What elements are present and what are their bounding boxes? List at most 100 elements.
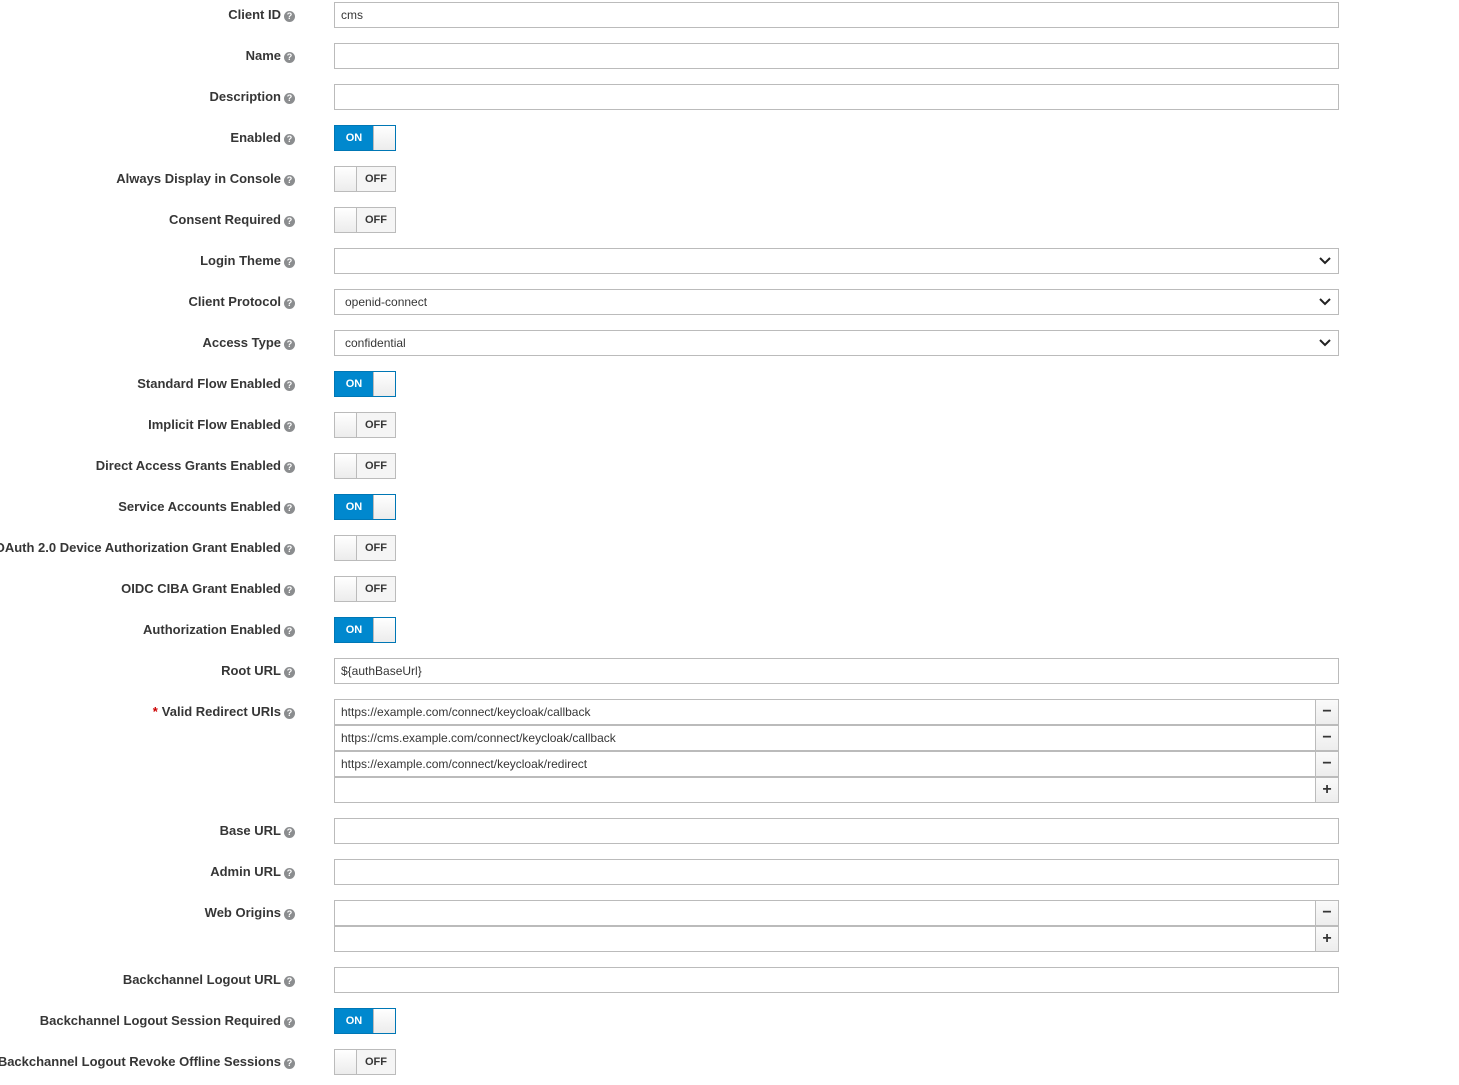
toggle-state: ON xyxy=(345,132,363,144)
toggle-state: ON xyxy=(345,501,363,513)
root-url-input[interactable] xyxy=(334,658,1339,684)
new-redirect-uri-input[interactable] xyxy=(334,777,1316,803)
redirect-uri-item: − xyxy=(334,699,1339,725)
redirect-uri-input[interactable] xyxy=(334,725,1316,751)
toggle-knob xyxy=(373,372,395,396)
new-web-origin-input[interactable] xyxy=(334,926,1316,952)
client-id-input[interactable] xyxy=(334,2,1339,28)
ciba-grant-label: OIDC CIBA Grant Enabled? xyxy=(121,576,295,602)
help-icon[interactable]: ? xyxy=(284,626,295,637)
admin-url-input[interactable] xyxy=(334,859,1339,885)
help-icon[interactable]: ? xyxy=(284,298,295,309)
required-marker: * xyxy=(152,704,158,719)
enabled-label: Enabled? xyxy=(230,125,295,151)
standard-flow-label: Standard Flow Enabled? xyxy=(137,371,295,397)
toggle-state: OFF xyxy=(365,214,387,226)
help-icon[interactable]: ? xyxy=(284,175,295,186)
always-display-toggle[interactable]: OFF xyxy=(334,166,396,192)
base-url-input[interactable] xyxy=(334,818,1339,844)
name-label: Name? xyxy=(246,43,295,69)
client-protocol-select[interactable]: openid-connect xyxy=(334,289,1339,315)
help-icon[interactable]: ? xyxy=(284,585,295,596)
always-display-label: Always Display in Console? xyxy=(116,166,295,192)
device-grant-label: OAuth 2.0 Device Authorization Grant Ena… xyxy=(0,535,295,561)
add-origin-button[interactable]: + xyxy=(1315,926,1339,952)
help-icon[interactable]: ? xyxy=(284,93,295,104)
ciba-grant-toggle[interactable]: OFF xyxy=(334,576,396,602)
login-theme-select[interactable] xyxy=(334,248,1339,274)
redirect-uris-label: * Valid Redirect URIs? xyxy=(153,699,295,725)
direct-access-toggle[interactable]: OFF xyxy=(334,453,396,479)
standard-flow-toggle[interactable]: ON xyxy=(334,371,396,397)
service-accounts-toggle[interactable]: ON xyxy=(334,494,396,520)
backchannel-url-label: Backchannel Logout URL? xyxy=(123,967,295,993)
help-icon[interactable]: ? xyxy=(284,216,295,227)
help-icon[interactable]: ? xyxy=(284,462,295,473)
remove-uri-button[interactable]: − xyxy=(1315,751,1339,777)
access-type-select[interactable]: confidential xyxy=(334,330,1339,356)
minus-icon: − xyxy=(1322,755,1332,772)
base-url-label: Base URL? xyxy=(220,818,295,844)
toggle-knob xyxy=(335,536,357,560)
toggle-state: OFF xyxy=(365,1056,387,1068)
backchannel-session-toggle[interactable]: ON xyxy=(334,1008,396,1034)
chevron-down-icon xyxy=(1319,257,1331,265)
help-icon[interactable]: ? xyxy=(284,421,295,432)
authorization-toggle[interactable]: ON xyxy=(334,617,396,643)
direct-access-label: Direct Access Grants Enabled? xyxy=(96,453,295,479)
minus-icon: − xyxy=(1322,729,1332,746)
redirect-uri-item: − xyxy=(334,751,1339,777)
help-icon[interactable]: ? xyxy=(284,1017,295,1028)
service-accounts-label: Service Accounts Enabled? xyxy=(118,494,295,520)
help-icon[interactable]: ? xyxy=(284,380,295,391)
toggle-state: OFF xyxy=(365,419,387,431)
help-icon[interactable]: ? xyxy=(284,667,295,678)
help-icon[interactable]: ? xyxy=(284,503,295,514)
toggle-state: ON xyxy=(345,1015,363,1027)
backchannel-url-input[interactable] xyxy=(334,967,1339,993)
web-origin-input[interactable] xyxy=(334,900,1316,926)
name-input[interactable] xyxy=(334,43,1339,69)
remove-uri-button[interactable]: − xyxy=(1315,725,1339,751)
consent-required-toggle[interactable]: OFF xyxy=(334,207,396,233)
help-icon[interactable]: ? xyxy=(284,11,295,22)
help-icon[interactable]: ? xyxy=(284,868,295,879)
redirect-uri-input[interactable] xyxy=(334,751,1316,777)
authorization-label: Authorization Enabled? xyxy=(143,617,295,643)
consent-required-label: Consent Required? xyxy=(169,207,295,233)
enabled-toggle[interactable]: ON xyxy=(334,125,396,151)
toggle-state: ON xyxy=(345,624,363,636)
web-origins-label: Web Origins? xyxy=(205,900,295,926)
add-uri-button[interactable]: + xyxy=(1315,777,1339,803)
help-icon[interactable]: ? xyxy=(284,827,295,838)
implicit-flow-label: Implicit Flow Enabled? xyxy=(148,412,295,438)
help-icon[interactable]: ? xyxy=(284,134,295,145)
help-icon[interactable]: ? xyxy=(284,708,295,719)
toggle-knob xyxy=(335,167,357,191)
help-icon[interactable]: ? xyxy=(284,257,295,268)
help-icon[interactable]: ? xyxy=(284,339,295,350)
help-icon[interactable]: ? xyxy=(284,909,295,920)
help-icon[interactable]: ? xyxy=(284,52,295,63)
toggle-knob xyxy=(373,1009,395,1033)
help-icon[interactable]: ? xyxy=(284,1058,295,1069)
remove-origin-button[interactable]: − xyxy=(1315,900,1339,926)
toggle-knob xyxy=(373,126,395,150)
description-input[interactable] xyxy=(334,84,1339,110)
toggle-state: OFF xyxy=(365,583,387,595)
help-icon[interactable]: ? xyxy=(284,544,295,555)
implicit-flow-toggle[interactable]: OFF xyxy=(334,412,396,438)
redirect-uri-input[interactable] xyxy=(334,699,1316,725)
remove-uri-button[interactable]: − xyxy=(1315,699,1339,725)
toggle-state: OFF xyxy=(365,542,387,554)
description-label: Description? xyxy=(209,84,295,110)
backchannel-session-label: Backchannel Logout Session Required? xyxy=(40,1008,295,1034)
backchannel-revoke-toggle[interactable]: OFF xyxy=(334,1049,396,1075)
device-grant-toggle[interactable]: OFF xyxy=(334,535,396,561)
minus-icon: − xyxy=(1322,703,1332,720)
toggle-state: OFF xyxy=(365,460,387,472)
toggle-knob xyxy=(335,1050,357,1074)
plus-icon: + xyxy=(1322,781,1332,798)
minus-icon: − xyxy=(1322,904,1332,921)
help-icon[interactable]: ? xyxy=(284,976,295,987)
